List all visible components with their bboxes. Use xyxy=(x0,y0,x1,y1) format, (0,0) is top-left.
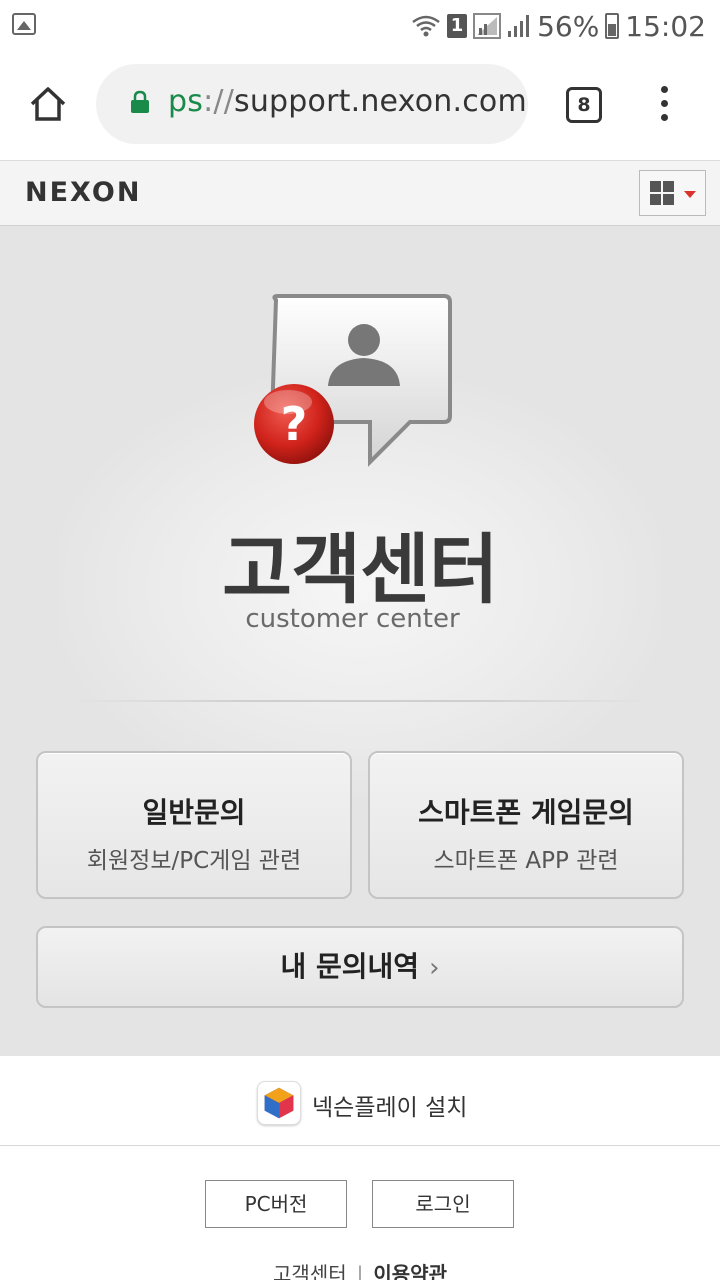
chevron-right-icon: › xyxy=(429,953,440,983)
smartphone-inquiry-button[interactable]: 스마트폰 게임문의 스마트폰 APP 관련 xyxy=(368,751,684,899)
status-indicators: 1 56% 15:02 xyxy=(411,8,706,44)
divider xyxy=(70,700,650,702)
nexon-play-install-link[interactable]: 넥슨플레이 설치 xyxy=(0,1056,720,1146)
wifi-icon xyxy=(412,15,440,37)
browser-toolbar: ps://support.nexon.com 8 xyxy=(0,52,720,160)
site-header: NEXON xyxy=(0,160,720,226)
tab-switcher-button[interactable]: 8 xyxy=(566,87,602,123)
footer-link-separator: | xyxy=(356,1262,364,1280)
page-title: 고객센터 xyxy=(222,525,499,614)
svg-text:?: ? xyxy=(281,397,308,451)
url-host: support.nexon.com xyxy=(234,84,527,119)
customer-center-main: ? 고객센터 customer center 일반문의 회원정보/PC게임 관련… xyxy=(0,226,720,1056)
install-label: 넥슨플레이 설치 xyxy=(312,1095,468,1121)
nexon-play-icon xyxy=(257,1081,301,1125)
signal-sim2-icon xyxy=(508,15,530,37)
footer-link-terms[interactable]: 이용약관 xyxy=(373,1262,447,1280)
footer: 넥슨플레이 설치 PC버전 로그인 고객센터 | 이용약관 xyxy=(0,1056,720,1280)
page-subtitle: customer center xyxy=(245,604,460,634)
signal-sim1-icon xyxy=(473,13,502,39)
address-bar[interactable]: ps://support.nexon.com xyxy=(96,64,528,144)
card-title: 일반문의 xyxy=(142,796,246,829)
url-scheme: ps xyxy=(168,84,204,119)
battery-percent: 56% xyxy=(537,9,600,43)
my-inquiry-history-button[interactable]: 내 문의내역 › xyxy=(36,926,684,1008)
dropdown-arrow-icon xyxy=(684,191,696,198)
clock: 15:02 xyxy=(625,9,706,43)
url-text: ps://support.nexon.com xyxy=(168,84,527,119)
card-description: 회원정보/PC게임 관련 xyxy=(86,848,302,874)
url-scheme-separator: :// xyxy=(203,84,235,119)
login-button[interactable]: 로그인 xyxy=(372,1180,514,1228)
apps-grid-button[interactable] xyxy=(639,170,706,216)
apps-grid-icon xyxy=(650,181,661,192)
lock-icon xyxy=(131,90,149,113)
image-notification-icon xyxy=(12,13,36,35)
sim-slot-badge: 1 xyxy=(447,14,468,38)
battery-icon xyxy=(605,13,620,39)
customer-support-icon: ? xyxy=(254,294,452,467)
footer-links: 고객센터 | 이용약관 xyxy=(0,1258,720,1280)
history-label: 내 문의내역 xyxy=(280,950,420,983)
home-icon[interactable] xyxy=(26,82,70,126)
pc-version-button[interactable]: PC버전 xyxy=(205,1180,347,1228)
footer-link-customer-center[interactable]: 고객센터 xyxy=(273,1262,347,1280)
card-description: 스마트폰 APP 관련 xyxy=(433,848,619,874)
status-bar: 1 56% 15:02 xyxy=(0,0,720,52)
nexon-logo[interactable]: NEXON xyxy=(25,177,141,208)
general-inquiry-button[interactable]: 일반문의 회원정보/PC게임 관련 xyxy=(36,751,352,899)
more-vert-icon[interactable] xyxy=(654,86,674,126)
card-title: 스마트폰 게임문의 xyxy=(418,796,634,829)
